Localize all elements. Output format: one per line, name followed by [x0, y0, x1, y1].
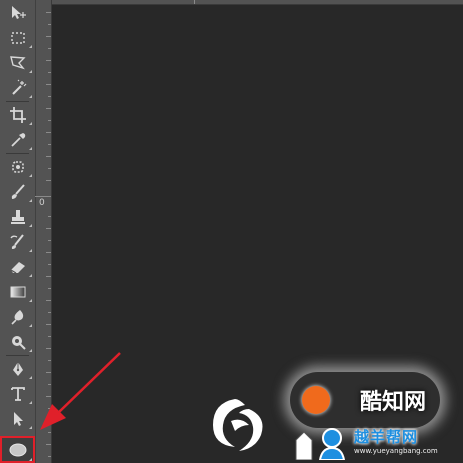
person-logo-icon	[295, 428, 346, 460]
ellipse-tool[interactable]	[0, 436, 35, 463]
watermark-url: www.yueyangbang.com	[354, 447, 438, 455]
eraser-icon	[10, 261, 25, 274]
watermark-top-text: 酷知网	[359, 390, 426, 415]
swirl-logo-icon	[213, 399, 263, 451]
lasso-tool[interactable]	[0, 50, 35, 75]
blur-tool[interactable]	[0, 304, 35, 329]
clone-stamp-tool[interactable]	[0, 204, 35, 229]
magic-wand-tool[interactable]	[0, 75, 35, 100]
type-icon	[10, 386, 25, 401]
stamp-icon	[10, 209, 25, 224]
magic-wand-icon	[11, 79, 26, 95]
watermark-logo-swirl	[205, 395, 275, 455]
ellipse-icon	[9, 443, 26, 456]
gradient-icon	[10, 286, 25, 297]
brand-badge-icon	[302, 386, 330, 414]
dodge-tool[interactable]	[0, 329, 35, 354]
type-tool[interactable]	[0, 381, 35, 406]
spot-healing-tool[interactable]	[0, 154, 35, 179]
pen-tool[interactable]	[0, 356, 35, 381]
dodge-icon	[11, 335, 26, 350]
marquee-tool[interactable]	[0, 25, 35, 50]
brush-icon	[11, 183, 25, 199]
arrow-select-icon	[13, 411, 23, 426]
vertical-ruler: 0	[35, 0, 52, 463]
polygonal-lasso-icon	[9, 55, 26, 69]
pen-icon	[12, 361, 23, 376]
path-selection-tool[interactable]	[0, 406, 35, 431]
move-tool[interactable]	[0, 0, 35, 25]
healing-brush-icon	[11, 160, 24, 173]
rectangle-marquee-icon	[10, 31, 25, 44]
brush-tool[interactable]	[0, 179, 35, 204]
history-brush-icon	[9, 233, 24, 249]
crop-tool[interactable]	[0, 102, 35, 127]
eraser-tool[interactable]	[0, 254, 35, 279]
watermark-bottom-brand: 越羊帮网 www.yueyangbang.com	[292, 418, 463, 463]
crop-icon	[9, 106, 26, 123]
gradient-tool[interactable]	[0, 279, 35, 304]
ruler-zero-label: 0	[39, 198, 45, 208]
eyedropper-tool[interactable]	[0, 127, 35, 152]
tools-panel	[0, 0, 35, 463]
history-brush-tool[interactable]	[0, 229, 35, 254]
blur-drop-icon	[10, 309, 23, 325]
eyedropper-icon	[10, 132, 25, 147]
move-icon	[11, 5, 26, 19]
watermark-bottom-text: 越羊帮网	[354, 428, 419, 446]
